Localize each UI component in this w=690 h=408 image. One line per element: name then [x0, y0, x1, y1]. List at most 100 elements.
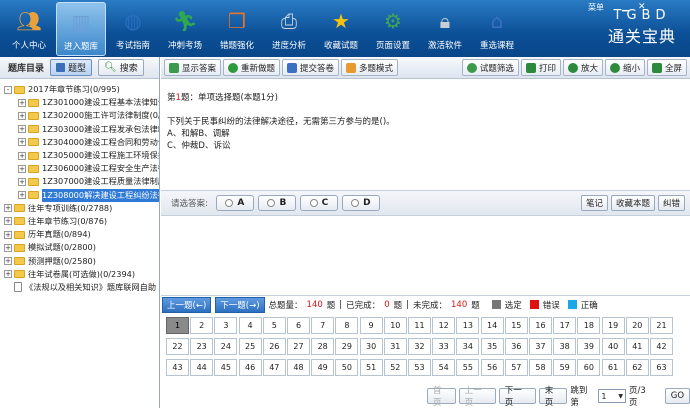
- question-cell[interactable]: 26: [262, 338, 286, 355]
- question-cell[interactable]: 4: [238, 317, 262, 334]
- question-cell[interactable]: 53: [408, 359, 431, 376]
- question-cell[interactable]: 43: [166, 359, 189, 376]
- question-cell[interactable]: 57: [504, 359, 528, 376]
- redo-button[interactable]: 重新做题: [223, 59, 281, 76]
- question-cell[interactable]: 3: [214, 317, 238, 334]
- question-cell[interactable]: 29: [335, 338, 359, 355]
- question-cell[interactable]: 62: [625, 359, 649, 376]
- topbar-button-0[interactable]: 👥︎ 个人中心: [4, 2, 54, 56]
- question-cell[interactable]: 34: [456, 338, 480, 355]
- expand-icon[interactable]: +: [18, 138, 26, 147]
- tree-item[interactable]: +1Z305000建设工程施工环境保护: [4, 149, 159, 162]
- question-cell[interactable]: 56: [480, 359, 504, 376]
- option-a-button[interactable]: A: [215, 195, 254, 211]
- question-cell[interactable]: 17: [553, 317, 577, 334]
- tree-item[interactable]: +1Z307000建设工程质量法律制度: [4, 175, 159, 188]
- tree-item[interactable]: +1Z308000解决建设工程纠纷法律: [4, 188, 159, 202]
- topbar-button-2[interactable]: ◍ 考试指南: [108, 2, 158, 56]
- last-page-button[interactable]: 末页: [538, 386, 568, 408]
- tree-item[interactable]: +1Z302000施工许可法律制度(0/8: [4, 109, 159, 122]
- question-cell[interactable]: 55: [456, 359, 480, 376]
- report-error-button[interactable]: 纠错: [657, 195, 685, 211]
- tree-item[interactable]: +1Z301000建设工程基本法律知识: [4, 96, 159, 109]
- question-cell[interactable]: 20: [625, 317, 649, 334]
- question-cell[interactable]: 61: [601, 359, 625, 376]
- question-cell[interactable]: 39: [577, 338, 601, 355]
- expand-icon[interactable]: +: [4, 204, 12, 213]
- expand-icon[interactable]: +: [18, 151, 26, 160]
- fullscreen-button[interactable]: 全屏: [646, 59, 687, 76]
- question-cell[interactable]: 42: [650, 338, 673, 355]
- tree-item[interactable]: + 模拟试题(0/2800): [4, 241, 159, 254]
- tree-item[interactable]: 《法规以及相关知识》题库联网自助: [4, 281, 159, 294]
- topbar-button-4[interactable]: ❒ 错题强化: [212, 2, 262, 56]
- tree-item[interactable]: + 历年真题(0/894): [4, 228, 159, 241]
- question-cell[interactable]: 54: [432, 359, 456, 376]
- topbar-button-9[interactable]: ⌂ 重选课程: [472, 2, 522, 56]
- question-cell[interactable]: 41: [625, 338, 649, 355]
- question-cell[interactable]: 51: [359, 359, 383, 376]
- expand-icon[interactable]: +: [18, 98, 26, 107]
- question-cell[interactable]: 23: [190, 338, 214, 355]
- expand-icon[interactable]: +: [18, 125, 26, 134]
- question-cell[interactable]: 48: [287, 359, 310, 376]
- question-cell[interactable]: 11: [408, 317, 431, 334]
- topbar-button-1[interactable]: ▥ 进入题库: [56, 2, 106, 56]
- prev-page-button[interactable]: 上一页: [458, 386, 496, 408]
- tree-item[interactable]: + 往年试卷属(可选做)(0/2394): [4, 268, 159, 281]
- question-cell[interactable]: 10: [383, 317, 407, 334]
- expand-icon[interactable]: +: [18, 111, 26, 120]
- prev-question-button[interactable]: 上一题(←): [162, 296, 212, 313]
- favorite-button[interactable]: 收藏本题: [610, 195, 655, 211]
- question-cell[interactable]: 45: [214, 359, 238, 376]
- go-button[interactable]: GO: [664, 388, 690, 404]
- question-cell[interactable]: 18: [577, 317, 601, 334]
- question-cell[interactable]: 1: [166, 317, 189, 334]
- print-button[interactable]: 打印: [520, 59, 561, 76]
- show-answer-button[interactable]: 显示答案: [164, 59, 222, 76]
- expand-icon[interactable]: +: [4, 217, 12, 226]
- topbar-button-3[interactable]: 🏃︎ 冲刺考场: [160, 2, 210, 56]
- question-cell[interactable]: 63: [650, 359, 673, 376]
- question-cell[interactable]: 24: [214, 338, 238, 355]
- question-cell[interactable]: 33: [432, 338, 456, 355]
- zoom-in-button[interactable]: 放大: [562, 59, 603, 76]
- question-cell[interactable]: 14: [480, 317, 504, 334]
- question-cell[interactable]: 9: [359, 317, 383, 334]
- question-cell[interactable]: 44: [190, 359, 214, 376]
- submit-button[interactable]: 提交答卷: [282, 59, 340, 76]
- question-cell[interactable]: 19: [601, 317, 625, 334]
- option-d-button[interactable]: D: [341, 195, 380, 211]
- question-cell[interactable]: 37: [529, 338, 552, 355]
- expand-icon[interactable]: +: [4, 243, 12, 252]
- question-cell[interactable]: 5: [262, 317, 286, 334]
- tree-item[interactable]: +1Z304000建设工程合同和劳动合: [4, 136, 159, 149]
- question-cell[interactable]: 38: [553, 338, 577, 355]
- question-cell[interactable]: 2: [190, 317, 214, 334]
- topbar-button-5[interactable]: ⎙ 进度分析: [264, 2, 314, 56]
- question-cell[interactable]: 50: [335, 359, 359, 376]
- option-b-button[interactable]: B: [257, 195, 296, 211]
- notes-button[interactable]: 笔记: [580, 195, 608, 211]
- tree-item[interactable]: +1Z306000建设工程安全生产法律: [4, 162, 159, 175]
- page-select[interactable]: 1 ▼: [598, 389, 626, 403]
- question-cell[interactable]: 46: [238, 359, 262, 376]
- question-cell[interactable]: 31: [383, 338, 407, 355]
- next-question-button[interactable]: 下一题(→): [215, 296, 265, 313]
- zoom-out-button[interactable]: 缩小: [604, 59, 645, 76]
- question-cell[interactable]: 60: [577, 359, 601, 376]
- option-c-button[interactable]: C: [299, 195, 338, 211]
- tree-item[interactable]: + 预测押题(0/2580): [4, 254, 159, 267]
- expand-icon[interactable]: +: [18, 164, 26, 173]
- question-cell[interactable]: 8: [335, 317, 359, 334]
- question-cell[interactable]: 47: [262, 359, 286, 376]
- question-cell[interactable]: 7: [311, 317, 335, 334]
- collapse-icon[interactable]: -: [4, 85, 12, 94]
- multi-mode-button[interactable]: 多题模式: [341, 59, 399, 76]
- question-cell[interactable]: 16: [529, 317, 552, 334]
- tree-item[interactable]: + 往年章节练习(0/876): [4, 215, 159, 228]
- question-cell[interactable]: 36: [504, 338, 528, 355]
- question-cell[interactable]: 52: [383, 359, 407, 376]
- topbar-button-7[interactable]: ⚙ 页面设置: [368, 2, 418, 56]
- question-cell[interactable]: 59: [553, 359, 577, 376]
